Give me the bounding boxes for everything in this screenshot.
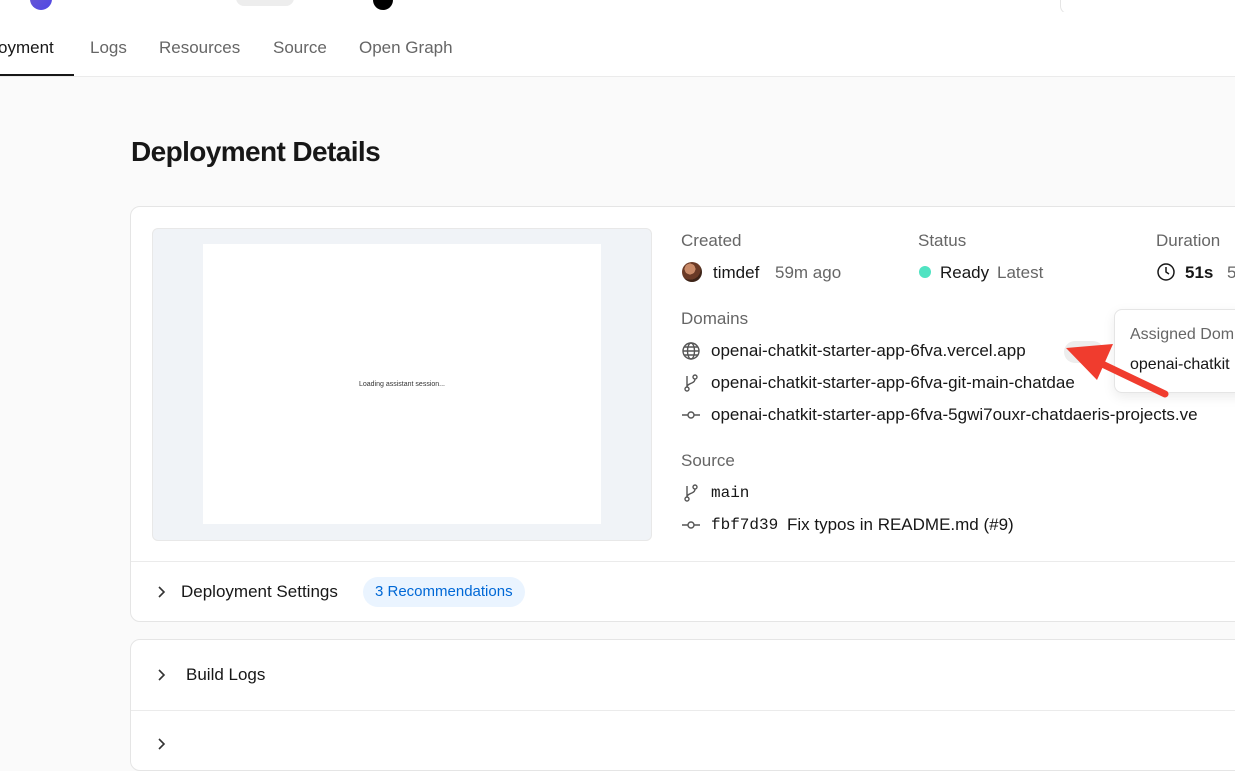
build-logs-label: Build Logs [186, 665, 266, 684]
recommendations-badge[interactable]: 3 Recommendations [363, 577, 525, 607]
build-logs-toggle[interactable]: Build Logs [131, 640, 1235, 711]
domains-label: Domains [681, 309, 749, 328]
tooltip-title: Assigned Dom [1130, 326, 1235, 343]
preview-loading-text: Loading assistant session... [359, 380, 445, 388]
deployment-settings-label: Deployment Settings [181, 582, 338, 601]
created-time: 59m ago [775, 263, 842, 282]
team-avatar[interactable] [30, 0, 52, 10]
tab-resources[interactable]: Resources [159, 38, 240, 58]
deployment-settings-toggle[interactable]: Deployment Settings 3 Recommendations [131, 561, 1235, 622]
build-logs-card: Build Logs [130, 639, 1235, 771]
domain-link-commit[interactable]: openai-chatkit-starter-app-6fva-5gwi7oux… [711, 405, 1198, 425]
git-branch-icon [681, 373, 701, 393]
duration-label: Duration [1156, 231, 1221, 250]
git-commit-icon [681, 515, 701, 535]
created-user[interactable]: timdef [713, 263, 759, 283]
created-label: Created [681, 231, 742, 250]
chevron-right-icon [153, 667, 169, 683]
duration-value: 51s [1185, 263, 1214, 282]
status-ready-dot [919, 266, 931, 278]
top-action-button[interactable] [1060, 0, 1235, 12]
assigned-domains-tooltip: Assigned Dom openai-chatkit [1114, 309, 1235, 393]
duration-extra: 5 [1227, 263, 1235, 282]
deployment-tabs: oyment Logs Resources Source Open Graph [0, 12, 1235, 77]
git-commit-icon [681, 405, 701, 425]
plan-badge [236, 0, 294, 6]
source-label: Source [681, 451, 735, 470]
status-latest-tag: Latest [997, 263, 1044, 282]
clock-icon [1156, 262, 1176, 282]
domain-link-branch[interactable]: openai-chatkit-starter-app-6fva-git-main… [711, 373, 1075, 393]
preview-screenshot: Loading assistant session... [203, 244, 601, 524]
page-title: Deployment Details [131, 136, 381, 167]
chevron-right-icon [153, 584, 169, 600]
globe-icon [681, 341, 701, 361]
active-tab-indicator [0, 74, 74, 76]
user-avatar[interactable] [682, 262, 702, 282]
chevron-right-icon[interactable] [153, 736, 169, 752]
deployment-card: Loading assistant session... Created tim… [130, 206, 1235, 622]
top-bar [0, 0, 1235, 12]
commit-hash[interactable]: fbf7d39 [711, 516, 778, 534]
source-branch[interactable]: main [711, 484, 749, 502]
commit-message[interactable]: Fix typos in README.md (#9) [787, 515, 1014, 535]
status-label: Status [918, 231, 967, 250]
tooltip-domain[interactable]: openai-chatkit [1130, 356, 1230, 374]
git-branch-icon [681, 483, 701, 503]
deployment-preview[interactable]: Loading assistant session... [152, 228, 652, 541]
tab-logs[interactable]: Logs [90, 38, 127, 58]
tab-deployment[interactable]: oyment [0, 38, 54, 58]
tab-source[interactable]: Source [273, 38, 327, 58]
project-logo[interactable] [373, 0, 393, 10]
tab-open-graph[interactable]: Open Graph [359, 38, 453, 58]
status-value: Ready [940, 263, 990, 282]
domain-link-primary[interactable]: openai-chatkit-starter-app-6fva.vercel.a… [711, 341, 1026, 361]
more-domains-badge[interactable]: +1 [1064, 341, 1104, 363]
